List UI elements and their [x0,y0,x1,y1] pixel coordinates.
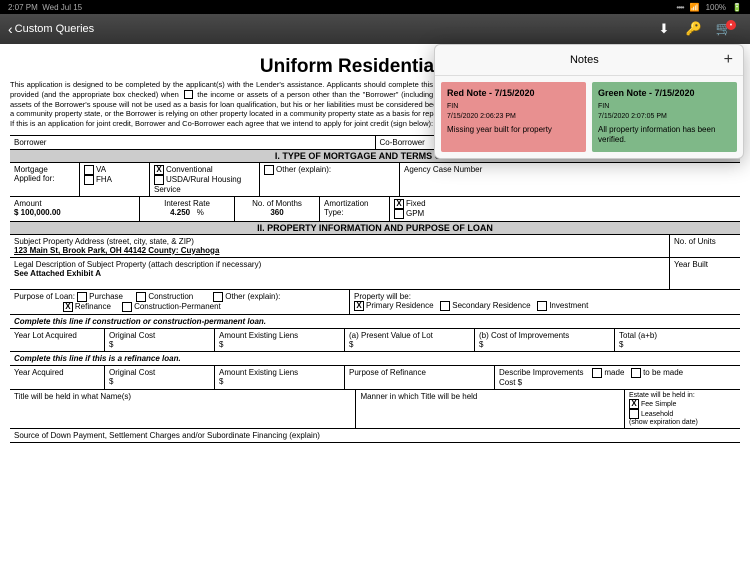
title-manner-label: Manner in which Title will be held [356,390,625,428]
constr-perm-checkbox[interactable] [122,302,132,312]
va-checkbox[interactable] [84,165,94,175]
gpm-checkbox[interactable] [394,209,404,219]
back-label: Custom Queries [15,23,94,35]
other-purpose-checkbox[interactable] [213,292,223,302]
note-green[interactable]: Green Note - 7/15/2020 FIN 7/15/2020 2:0… [592,82,737,152]
leasehold-checkbox[interactable] [629,409,639,419]
notes-title: Notes [445,54,724,66]
chevron-left-icon: ‹ [8,21,13,37]
units-label: No. of Units [670,235,740,257]
property-address: 123 Main St, Brook Park, OH 44142 County… [14,246,219,255]
investment-checkbox[interactable] [537,301,547,311]
fixed-checkbox[interactable]: X [394,199,404,209]
amount-value: $ 100,000.00 [14,208,61,217]
fee-simple-checkbox[interactable]: X [629,399,639,409]
add-note-button[interactable]: + [724,51,733,69]
borrower-label: Borrower [10,136,376,149]
year-built-label: Year Built [670,258,740,289]
agency-case-label: Agency Case Number [400,163,740,196]
legal-description: See Attached Exhibit A [14,269,101,278]
section-2-header: II. PROPERTY INFORMATION AND PURPOSE OF … [10,222,740,235]
months-value: 360 [270,208,283,217]
made-checkbox[interactable] [592,368,602,378]
purchase-checkbox[interactable] [77,292,87,302]
title-name-label: Title will be held in what Name(s) [10,390,356,428]
nav-bar: ‹ Custom Queries ⬇ 🔑 🛒 • [0,14,750,44]
source-down-payment-label: Source of Down Payment, Settlement Charg… [10,429,740,442]
cart-badge: • [726,20,736,30]
back-button[interactable]: ‹ Custom Queries [8,21,94,37]
note-red[interactable]: Red Note - 7/15/2020 FIN 7/15/2020 2:06:… [441,82,586,152]
tobemade-checkbox[interactable] [631,368,641,378]
status-bar: 2:07 PM Wed Jul 15 •••• 📶 100% 🔋 [0,0,750,14]
usda-checkbox[interactable] [154,175,164,185]
construction-checkbox[interactable] [136,292,146,302]
rate-value: 4.250 [170,208,190,217]
refinance-line-label: Complete this line if this is a refinanc… [10,352,740,365]
construction-line-label: Complete this line if construction or co… [10,315,740,328]
refinance-checkbox[interactable]: X [63,302,73,312]
conventional-checkbox[interactable]: X [154,165,164,175]
other-mortgage-checkbox[interactable] [264,165,274,175]
notes-panel: Notes + Red Note - 7/15/2020 FIN 7/15/20… [434,44,744,159]
battery-icon: 100% [706,3,726,12]
fha-checkbox[interactable] [84,175,94,185]
wifi-icon: 📶 [690,3,700,12]
primary-residence-checkbox[interactable]: X [354,301,364,311]
secondary-residence-checkbox[interactable] [440,301,450,311]
cart-button[interactable]: 🛒 • [716,21,742,37]
download-icon[interactable]: ⬇ [656,21,672,37]
signal-icon: •••• [676,3,683,12]
key-icon[interactable]: 🔑 [686,21,702,37]
